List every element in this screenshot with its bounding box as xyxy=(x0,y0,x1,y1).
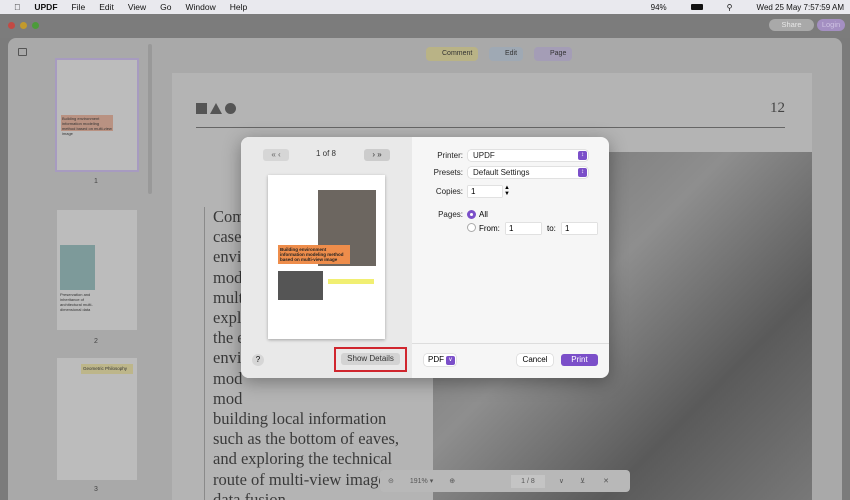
maximize-button[interactable] xyxy=(32,22,39,29)
document-line: mod xyxy=(213,388,243,408)
next-last-page-button[interactable]: › » xyxy=(364,149,390,161)
first-prev-page-button[interactable]: « ‹ xyxy=(263,149,289,161)
print-button[interactable]: Print xyxy=(561,354,598,366)
preview-title: Building environment information modelin… xyxy=(278,245,350,264)
close-button[interactable] xyxy=(8,22,15,29)
menu-bar:  UPDF File Edit View Go Window Help 94%… xyxy=(0,0,850,14)
to-input[interactable]: 1 xyxy=(562,223,597,234)
printer-select[interactable]: UPDF ↕ xyxy=(468,150,588,161)
minimize-button[interactable] xyxy=(20,22,27,29)
next-page-icon[interactable]: ∨ xyxy=(559,477,564,485)
menu-file[interactable]: File xyxy=(72,2,86,12)
from-input[interactable]: 1 xyxy=(506,223,541,234)
menu-view[interactable]: View xyxy=(128,2,146,12)
logo-shapes xyxy=(196,103,236,114)
chevron-updown-icon: ↕ xyxy=(578,168,587,177)
clock[interactable]: Wed 25 May 7:57:59 AM xyxy=(757,3,844,12)
pages-all-radio[interactable] xyxy=(467,210,476,219)
page-navigation-bar: ⊝ 191% ▾ ⊕ 1 / 8 ∨ ⊻ ✕ xyxy=(380,470,630,492)
preview-pane: « ‹ 1 of 8 › » Building environment info… xyxy=(241,137,412,378)
title-bar xyxy=(0,14,850,38)
printer-value: UPDF xyxy=(473,151,495,160)
menu-edit[interactable]: Edit xyxy=(99,2,114,12)
thumbnail-page-1[interactable]: Building environment information modelin… xyxy=(57,60,137,170)
page-input[interactable]: 1 / 8 xyxy=(511,474,545,488)
show-details-button[interactable]: Show Details xyxy=(341,353,400,365)
copies-label: Copies: xyxy=(435,187,463,196)
thumbnail-page-2[interactable]: Preservation and inheritance of architec… xyxy=(57,210,137,330)
page-number: 12 xyxy=(770,100,785,116)
chevron-down-icon: ∨ xyxy=(446,355,455,365)
help-button[interactable]: ? xyxy=(252,354,264,366)
battery-icon[interactable] xyxy=(690,4,703,10)
share-button[interactable]: Share xyxy=(769,19,814,31)
pages-label: Pages: xyxy=(438,210,463,219)
document-line: data fusion. xyxy=(213,489,290,500)
zoom-in-icon[interactable]: ⊕ xyxy=(449,477,455,485)
thumbnail-caption: Preservation and inheritance of architec… xyxy=(60,292,93,312)
thumbnail-caption: Geometric Philosophy xyxy=(81,364,133,374)
menu-window[interactable]: Window xyxy=(186,2,216,12)
document-line: such as the bottom of eaves, xyxy=(213,429,400,449)
thumbnail-caption: Building environment information modelin… xyxy=(61,115,113,136)
zoom-out-icon[interactable]: ⊝ xyxy=(388,477,394,485)
document-line: and exploring the technical xyxy=(213,449,393,469)
copies-stepper[interactable]: ▲ ▼ xyxy=(504,185,510,197)
search-icon[interactable]: ⚲ xyxy=(727,3,733,12)
menu-help[interactable]: Help xyxy=(230,2,247,12)
current-page: 1 xyxy=(521,477,526,485)
presets-select[interactable]: Default Settings ↕ xyxy=(468,167,588,178)
thumbnail-number: 3 xyxy=(94,486,98,493)
page-indicator: 1 of 8 xyxy=(315,149,336,158)
comment-tab[interactable]: Comment xyxy=(426,47,479,61)
pages-all-label: All xyxy=(479,210,488,219)
menu-go[interactable]: Go xyxy=(160,2,171,12)
menu-app[interactable]: UPDF xyxy=(34,2,57,12)
page-tab[interactable]: Page xyxy=(534,47,573,61)
cancel-button[interactable]: Cancel xyxy=(517,354,553,366)
document-line: route of multi-view image xyxy=(213,469,386,489)
printer-label: Printer: xyxy=(437,151,463,160)
document-line: building local information xyxy=(213,409,387,429)
login-button[interactable]: Login xyxy=(817,19,845,31)
to-label: to: xyxy=(547,224,556,233)
from-label: From: xyxy=(479,224,500,233)
thumbnail-number: 1 xyxy=(94,178,98,185)
sidebar-scrollbar[interactable] xyxy=(148,44,152,194)
header-divider xyxy=(196,127,785,128)
sidebar-toggle-icon[interactable] xyxy=(18,48,27,56)
pdf-label: PDF xyxy=(428,355,444,364)
edit-tab[interactable]: Edit xyxy=(489,47,524,61)
apple-icon[interactable]:  xyxy=(14,2,20,12)
battery-percent: 94% xyxy=(650,2,667,12)
thumbnail-page-3[interactable]: Geometric Philosophy xyxy=(57,358,137,480)
presets-label: Presets: xyxy=(433,168,463,177)
close-bar-icon[interactable]: ✕ xyxy=(603,477,609,485)
pages-from-radio[interactable] xyxy=(467,223,476,232)
print-preview: Building environment information modelin… xyxy=(268,175,385,339)
chevron-updown-icon: ↕ xyxy=(578,151,587,160)
thumbnail-number: 2 xyxy=(94,338,98,345)
zoom-level[interactable]: 191% xyxy=(410,478,428,485)
presets-value: Default Settings xyxy=(473,168,530,177)
pdf-menu-button[interactable]: PDF ∨ xyxy=(424,354,456,366)
total-pages: 8 xyxy=(530,477,535,485)
last-page-icon[interactable]: ⊻ xyxy=(580,477,585,485)
print-dialog: « ‹ 1 of 8 › » Building environment info… xyxy=(241,137,609,378)
copies-input[interactable]: 1 xyxy=(468,186,502,197)
